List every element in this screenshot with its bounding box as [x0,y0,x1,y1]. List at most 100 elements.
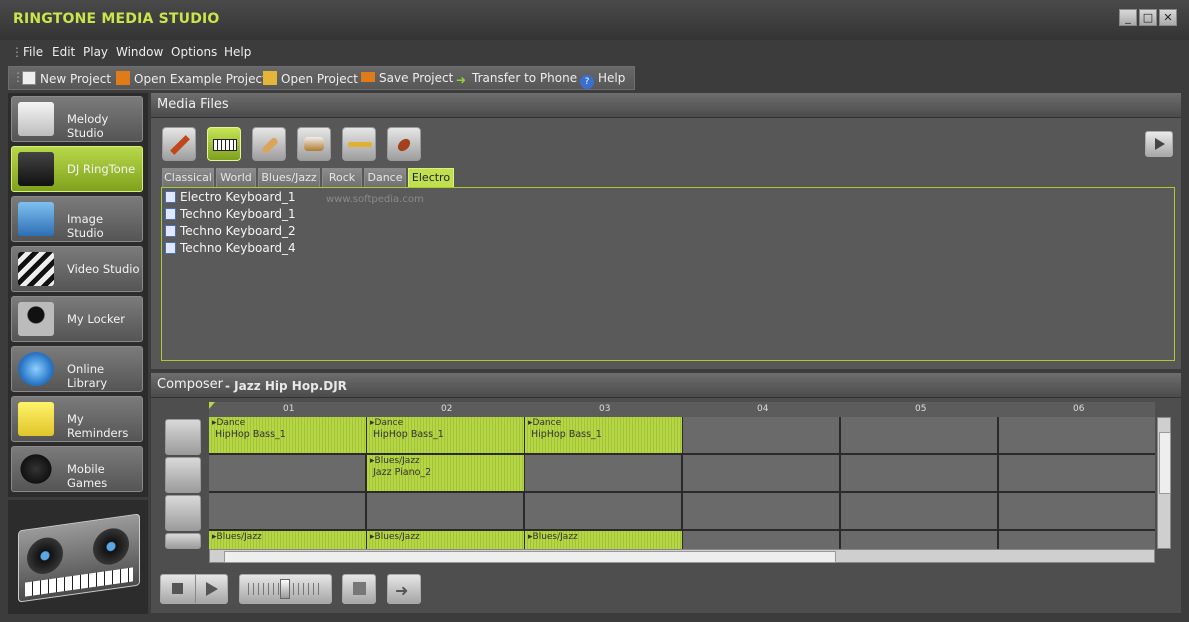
ruler-label: 03 [599,404,611,414]
list-item[interactable]: Electro Keyboard_1 [165,190,295,206]
playhead-marker-icon[interactable] [209,402,215,409]
audio-file-icon [165,208,176,220]
menu-play[interactable]: Play [83,45,108,59]
sidebar-item-image-studio[interactable]: Image Studio [11,196,143,242]
dj-turntable-logo [8,500,148,614]
tab-dance[interactable]: Dance [364,168,406,187]
list-item[interactable]: Techno Keyboard_2 [165,224,296,240]
menu-help[interactable]: Help [224,45,251,59]
horizontal-scroll-thumb[interactable] [224,551,836,563]
film-folder-icon [116,71,130,85]
menu-grip-icon: ⋮ [11,45,23,59]
clip-name: HipHop Bass_1 [215,429,286,440]
clip-genre: ▸Dance [370,418,404,428]
composer-project-name: - Jazz Hip Hop.DJR [225,379,347,393]
menu-edit[interactable]: Edit [52,45,75,59]
bar-divider [997,417,999,549]
keyboard-icon[interactable] [207,127,241,161]
vertical-scroll-thumb[interactable] [1159,432,1171,494]
open-example-button[interactable]: Open Example Project [116,71,267,86]
menu-window[interactable]: Window [116,45,163,59]
gamepad-icon [18,452,54,486]
vertical-scrollbar[interactable] [1157,417,1171,549]
menu-bar: ⋮ File Edit Play Window Options Help [8,42,1182,64]
composer-clip[interactable]: ▸Blues/Jazz [209,531,367,549]
slider-thumb[interactable] [280,579,290,599]
play-button[interactable] [196,575,227,603]
sidebar-item-online-library[interactable]: Online Library [11,346,143,392]
tab-classical[interactable]: Classical [162,168,214,187]
sidebar-item-dj-ringtone[interactable]: DJ RingTone [11,146,143,192]
clip-name: HipHop Bass_1 [373,429,444,440]
list-item[interactable]: Techno Keyboard_4 [165,241,296,257]
app-title: RINGTONE MEDIA STUDIO [13,11,220,27]
sidebar-item-mobile-games[interactable]: Mobile Games [11,446,143,492]
composer-clip[interactable]: ▸Blues/Jazz [525,531,683,549]
composer-clip[interactable]: ▸Blues/Jazz [367,531,525,549]
track-drum-icon[interactable] [165,533,201,549]
sidebar-item-my-locker[interactable]: My Locker [11,296,143,342]
acoustic-guitar-icon[interactable] [252,127,286,161]
track-electric-guitar-icon[interactable] [165,419,201,455]
tab-electro[interactable]: Electro [408,168,454,187]
play-preview-button[interactable] [1145,131,1173,157]
ruler-label: 06 [1073,404,1085,414]
clip-genre: ▸Blues/Jazz [370,532,420,542]
composer-clip[interactable]: ▸Dance HipHop Bass_1 [525,417,683,453]
watermark: www.softpedia.com [326,194,424,205]
clip-genre: ▸Blues/Jazz [370,456,420,466]
toolbar: ⋮ New Project Open Example Project Open … [8,66,635,90]
new-project-button[interactable]: New Project [22,71,111,86]
track-acoustic-guitar-icon[interactable] [165,495,201,531]
open-project-button[interactable]: Open Project [263,71,358,86]
violin-icon[interactable] [387,127,421,161]
tab-rock[interactable]: Rock [322,168,362,187]
media-files-title: Media Files [157,97,229,112]
maximize-button[interactable]: □ [1139,9,1157,26]
export-arrow-button[interactable]: ➜ [387,574,421,604]
image-icon [18,202,54,236]
track-keyboard-icon[interactable] [165,457,201,493]
turntable-icon [18,513,140,603]
stop-button[interactable] [161,575,196,603]
transport-buttons [160,574,228,604]
volume-slider[interactable] [239,574,332,604]
ruler-label: 05 [915,404,927,414]
help-icon: ? [580,75,594,89]
sidebar-item-video-studio[interactable]: Video Studio [11,246,143,292]
dj-mixer-icon [18,152,54,186]
transfer-to-phone-button[interactable]: ➜ Transfer to Phone [456,71,577,87]
clip-genre: ▸Dance [528,418,562,428]
horizontal-scrollbar[interactable] [209,549,1155,563]
composer-grid[interactable]: ▸Dance HipHop Bass_1 ▸Dance HipHop Bass_1 ▸D… [209,417,1155,549]
arrow-right-icon: ➜ [456,73,467,87]
save-project-button[interactable]: Save Project [361,71,453,85]
sidebar: Melody Studio DJ RingTone Image Studio V… [8,93,148,497]
sticky-note-icon [18,402,54,436]
menu-options[interactable]: Options [171,45,217,59]
composer-clip[interactable]: ▸Blues/Jazz Jazz Piano_2 [367,455,525,491]
save-mix-button[interactable] [342,574,376,604]
close-button[interactable]: ✕ [1159,9,1177,26]
user-silhouette-icon [18,302,54,336]
media-files-panel: Media Files Classical World Blues/Jazz R… [151,93,1181,369]
list-item[interactable]: Techno Keyboard_1 [165,207,296,223]
tab-blues-jazz[interactable]: Blues/Jazz [258,168,320,187]
composer-clip[interactable]: ▸Dance HipHop Bass_1 [367,417,525,453]
electric-guitar-icon[interactable] [162,127,196,161]
tab-world[interactable]: World [216,168,256,187]
composer-clip[interactable]: ▸Dance HipHop Bass_1 [209,417,367,453]
help-button[interactable]: ? Help [580,71,625,89]
arrow-right-icon: ➜ [395,581,409,600]
sidebar-item-melody-studio[interactable]: Melody Studio [11,96,143,142]
drum-icon[interactable] [297,127,331,161]
menu-file[interactable]: File [23,45,43,59]
play-icon [1155,138,1165,150]
stop-icon [172,583,183,594]
clapperboard-icon [18,252,54,286]
minimize-button[interactable]: _ [1119,9,1137,26]
timeline-ruler[interactable]: 01 02 03 04 05 06 [209,402,1155,417]
sidebar-item-my-reminders[interactable]: My Reminders [11,396,143,442]
right-deck-icon [93,525,129,568]
trumpet-icon[interactable] [342,127,376,161]
